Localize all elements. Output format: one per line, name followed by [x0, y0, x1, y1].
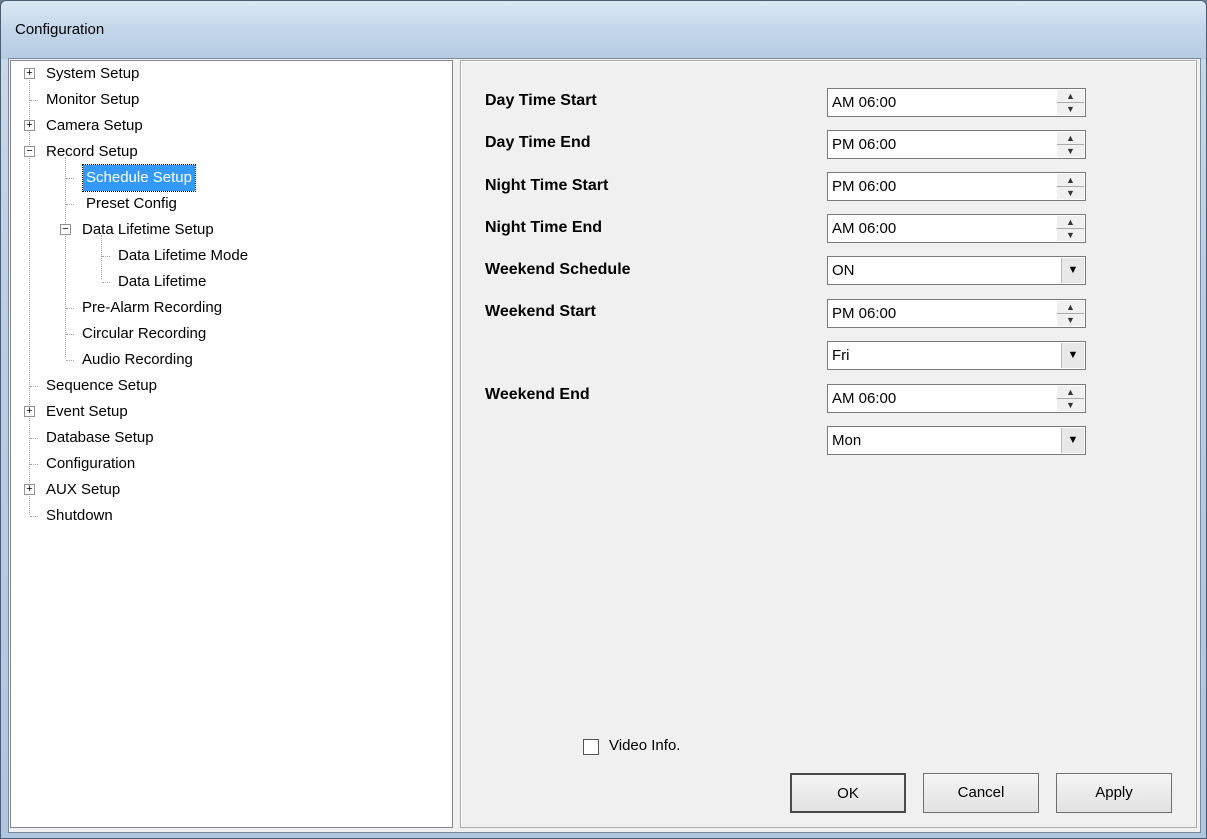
tree-item-label: Schedule Setup — [82, 164, 196, 192]
dropdown-arrow-icon[interactable]: ▼ — [1061, 258, 1084, 283]
tree-item-label: Shutdown — [46, 507, 113, 524]
expand-icon[interactable]: + — [24, 120, 35, 131]
weekend-start-spinner[interactable]: PM 06:00 ▲ ▼ — [827, 299, 1086, 328]
spinner-arrows[interactable]: ▲ ▼ — [1057, 132, 1084, 157]
spin-down-icon[interactable]: ▼ — [1057, 102, 1084, 114]
day-time-start-spinner[interactable]: AM 06:00 ▲ ▼ — [827, 88, 1086, 117]
weekend-end-label: Weekend End — [485, 386, 590, 403]
night-time-start-label: Night Time Start — [485, 177, 609, 194]
weekend-end-day-select[interactable]: Mon ▼ — [827, 426, 1086, 455]
spinner-value[interactable]: AM 06:00 — [832, 390, 896, 407]
spinner-arrows[interactable]: ▲ ▼ — [1057, 301, 1084, 326]
spinner-value[interactable]: PM 06:00 — [832, 305, 896, 322]
spinner-value[interactable]: AM 06:00 — [832, 94, 896, 111]
select-value[interactable]: ON — [832, 262, 855, 279]
tree-branch — [102, 256, 110, 257]
ok-button[interactable]: OK — [790, 773, 906, 813]
spin-down-icon[interactable]: ▼ — [1057, 144, 1084, 156]
spinner-arrows[interactable]: ▲ ▼ — [1057, 216, 1084, 241]
spin-up-icon[interactable]: ▲ — [1057, 174, 1084, 186]
day-time-start-label: Day Time Start — [485, 92, 597, 109]
dropdown-arrow-icon[interactable]: ▼ — [1061, 428, 1084, 453]
spin-up-icon[interactable]: ▲ — [1057, 132, 1084, 144]
day-time-end-label: Day Time End — [485, 134, 591, 151]
spin-up-icon[interactable]: ▲ — [1057, 301, 1084, 313]
tree-item-label: Pre-Alarm Recording — [82, 299, 223, 316]
tree-branch — [66, 360, 74, 361]
tree-branch — [66, 308, 74, 309]
select-value[interactable]: Mon — [832, 432, 861, 449]
spin-up-icon[interactable]: ▲ — [1057, 216, 1084, 228]
tree-line — [29, 75, 30, 515]
cancel-button[interactable]: Cancel — [923, 773, 1039, 813]
window-title: Configuration — [15, 21, 105, 38]
spinner-value[interactable]: PM 06:00 — [832, 136, 896, 153]
tree-item-label: Circular Recording — [82, 325, 207, 342]
weekend-start-day-select[interactable]: Fri ▼ — [827, 341, 1086, 370]
configuration-window: Configuration + System Setup Monitor Set… — [0, 0, 1207, 839]
spinner-value[interactable]: AM 06:00 — [832, 220, 896, 237]
tree-item-label: Data Lifetime Mode — [118, 247, 249, 264]
night-time-end-spinner[interactable]: AM 06:00 ▲ ▼ — [827, 214, 1086, 243]
collapse-icon[interactable]: − — [60, 224, 71, 235]
spin-up-icon[interactable]: ▲ — [1057, 386, 1084, 398]
tree-item-label: Sequence Setup — [46, 377, 157, 394]
expand-icon[interactable]: + — [24, 484, 35, 495]
tree-branch — [66, 334, 74, 335]
spinner-arrows[interactable]: ▲ ▼ — [1057, 174, 1084, 199]
tree-item-label: Database Setup — [46, 429, 154, 446]
night-time-end-label: Night Time End — [485, 219, 603, 236]
tree-branch — [30, 516, 38, 517]
tree-branch — [30, 386, 38, 387]
tree-item-label: Audio Recording — [82, 351, 193, 368]
tree-branch — [66, 204, 74, 205]
tree-item-label: System Setup — [46, 65, 140, 82]
tree-branch — [66, 178, 74, 179]
collapse-icon[interactable]: − — [24, 146, 35, 157]
video-info-label[interactable]: Video Info. — [609, 737, 680, 754]
tree-item-label: Camera Setup — [46, 117, 143, 134]
expand-icon[interactable]: + — [24, 406, 35, 417]
day-time-end-spinner[interactable]: PM 06:00 ▲ ▼ — [827, 130, 1086, 159]
tree-branch — [30, 464, 38, 465]
weekend-schedule-label: Weekend Schedule — [485, 261, 631, 278]
dropdown-arrow-icon[interactable]: ▼ — [1061, 343, 1084, 368]
night-time-start-spinner[interactable]: PM 06:00 ▲ ▼ — [827, 172, 1086, 201]
tree-item-label: Event Setup — [46, 403, 128, 420]
spinner-arrows[interactable]: ▲ ▼ — [1057, 90, 1084, 115]
tree-item-label: Configuration — [46, 455, 136, 472]
weekend-schedule-select[interactable]: ON ▼ — [827, 256, 1086, 285]
select-value[interactable]: Fri — [832, 347, 850, 364]
tree-branch — [102, 282, 110, 283]
spin-up-icon[interactable]: ▲ — [1057, 90, 1084, 102]
tree-item-label: Data Lifetime — [118, 273, 207, 290]
spin-down-icon[interactable]: ▼ — [1057, 228, 1084, 240]
spin-down-icon[interactable]: ▼ — [1057, 313, 1084, 325]
title-bar[interactable]: Configuration — [1, 1, 1206, 59]
apply-button[interactable]: Apply — [1056, 773, 1172, 813]
spinner-value[interactable]: PM 06:00 — [832, 178, 896, 195]
weekend-end-spinner[interactable]: AM 06:00 ▲ ▼ — [827, 384, 1086, 413]
video-info-checkbox[interactable] — [583, 739, 599, 755]
tree-branch — [30, 100, 38, 101]
spin-down-icon[interactable]: ▼ — [1057, 398, 1084, 410]
setup-tree: + System Setup Monitor Setup + Camera Se… — [10, 60, 453, 828]
spinner-arrows[interactable]: ▲ ▼ — [1057, 386, 1084, 411]
spin-down-icon[interactable]: ▼ — [1057, 186, 1084, 198]
tree-item-label: Monitor Setup — [46, 91, 140, 108]
tree-item-label: Data Lifetime Setup — [82, 221, 214, 238]
tree-item-label: Record Setup — [46, 143, 138, 160]
expand-icon[interactable]: + — [24, 68, 35, 79]
weekend-start-label: Weekend Start — [485, 303, 596, 320]
tree-line — [65, 157, 66, 357]
tree-item-label: AUX Setup — [46, 481, 121, 498]
tree-branch — [30, 438, 38, 439]
tree-item-label: Preset Config — [86, 195, 177, 212]
